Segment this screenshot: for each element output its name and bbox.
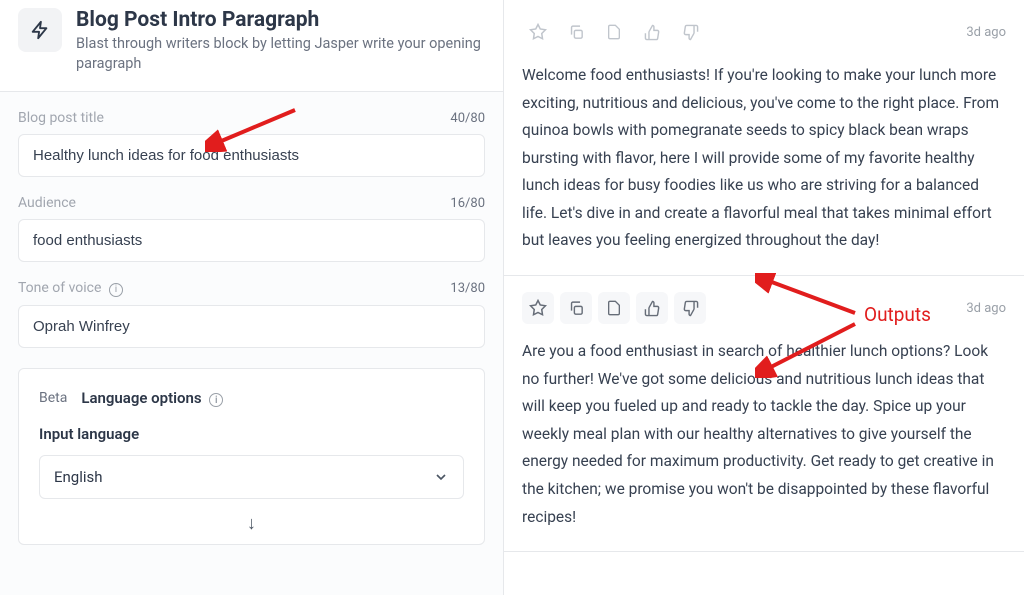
thumbs-up-button[interactable] [636,16,668,48]
language-options-label: Language options i [81,389,223,408]
favorite-button[interactable] [522,292,554,324]
doc-button[interactable] [598,292,630,324]
output-time: 3d ago [966,301,1006,316]
tone-input[interactable] [18,305,485,348]
field-blog-title: Blog post title 40/80 [18,110,485,177]
template-subtitle: Blast through writers block by letting J… [76,34,485,73]
audience-count: 16/80 [450,196,485,211]
field-tone: Tone of voice i 13/80 [18,280,485,348]
bolt-icon [29,19,51,41]
chevron-down-icon [433,469,449,485]
input-language-label: Input language [39,425,464,443]
output-text: Welcome food enthusiasts! If you're look… [522,62,1006,255]
tone-count: 13/80 [450,281,485,296]
thumbs-down-button[interactable] [674,292,706,324]
blog-title-input[interactable] [18,134,485,177]
thumbs-up-button[interactable] [636,292,668,324]
language-options-box: Beta Language options i Input language E… [18,368,485,546]
outputs-annotation-label: Outputs [864,303,931,326]
form-area: Blog post title 40/80 Audience 16/80 Ton… [0,92,503,595]
info-icon[interactable]: i [109,283,123,297]
blog-title-label: Blog post title [18,110,104,126]
template-header: Blog Post Intro Paragraph Blast through … [0,0,503,92]
thumbs-down-button[interactable] [674,16,706,48]
audience-label: Audience [18,195,76,211]
outputs-panel: 3d ago Welcome food enthusiasts! If you'… [504,0,1024,595]
favorite-button[interactable] [522,16,554,48]
beta-badge: Beta [39,390,67,406]
input-language-value: English [54,468,103,486]
arrow-down-icon: ↓ [39,513,464,534]
output-block: 3d ago Are you a food enthusiast in sear… [504,276,1024,552]
template-icon-box [18,8,62,52]
output-toolbar: 3d ago [522,16,1006,48]
input-language-select[interactable]: English [39,455,464,499]
audience-input[interactable] [18,219,485,262]
output-text: Are you a food enthusiast in search of h… [522,338,1006,531]
doc-button[interactable] [598,16,630,48]
output-time: 3d ago [966,25,1006,40]
blog-title-count: 40/80 [450,111,485,126]
left-panel: Blog Post Intro Paragraph Blast through … [0,0,504,595]
info-icon[interactable]: i [209,393,223,407]
template-title: Blog Post Intro Paragraph [76,8,485,32]
copy-button[interactable] [560,16,592,48]
output-block: 3d ago Welcome food enthusiasts! If you'… [504,0,1024,276]
output-toolbar: 3d ago [522,292,1006,324]
field-audience: Audience 16/80 [18,195,485,262]
tone-label: Tone of voice i [18,280,123,297]
copy-button[interactable] [560,292,592,324]
